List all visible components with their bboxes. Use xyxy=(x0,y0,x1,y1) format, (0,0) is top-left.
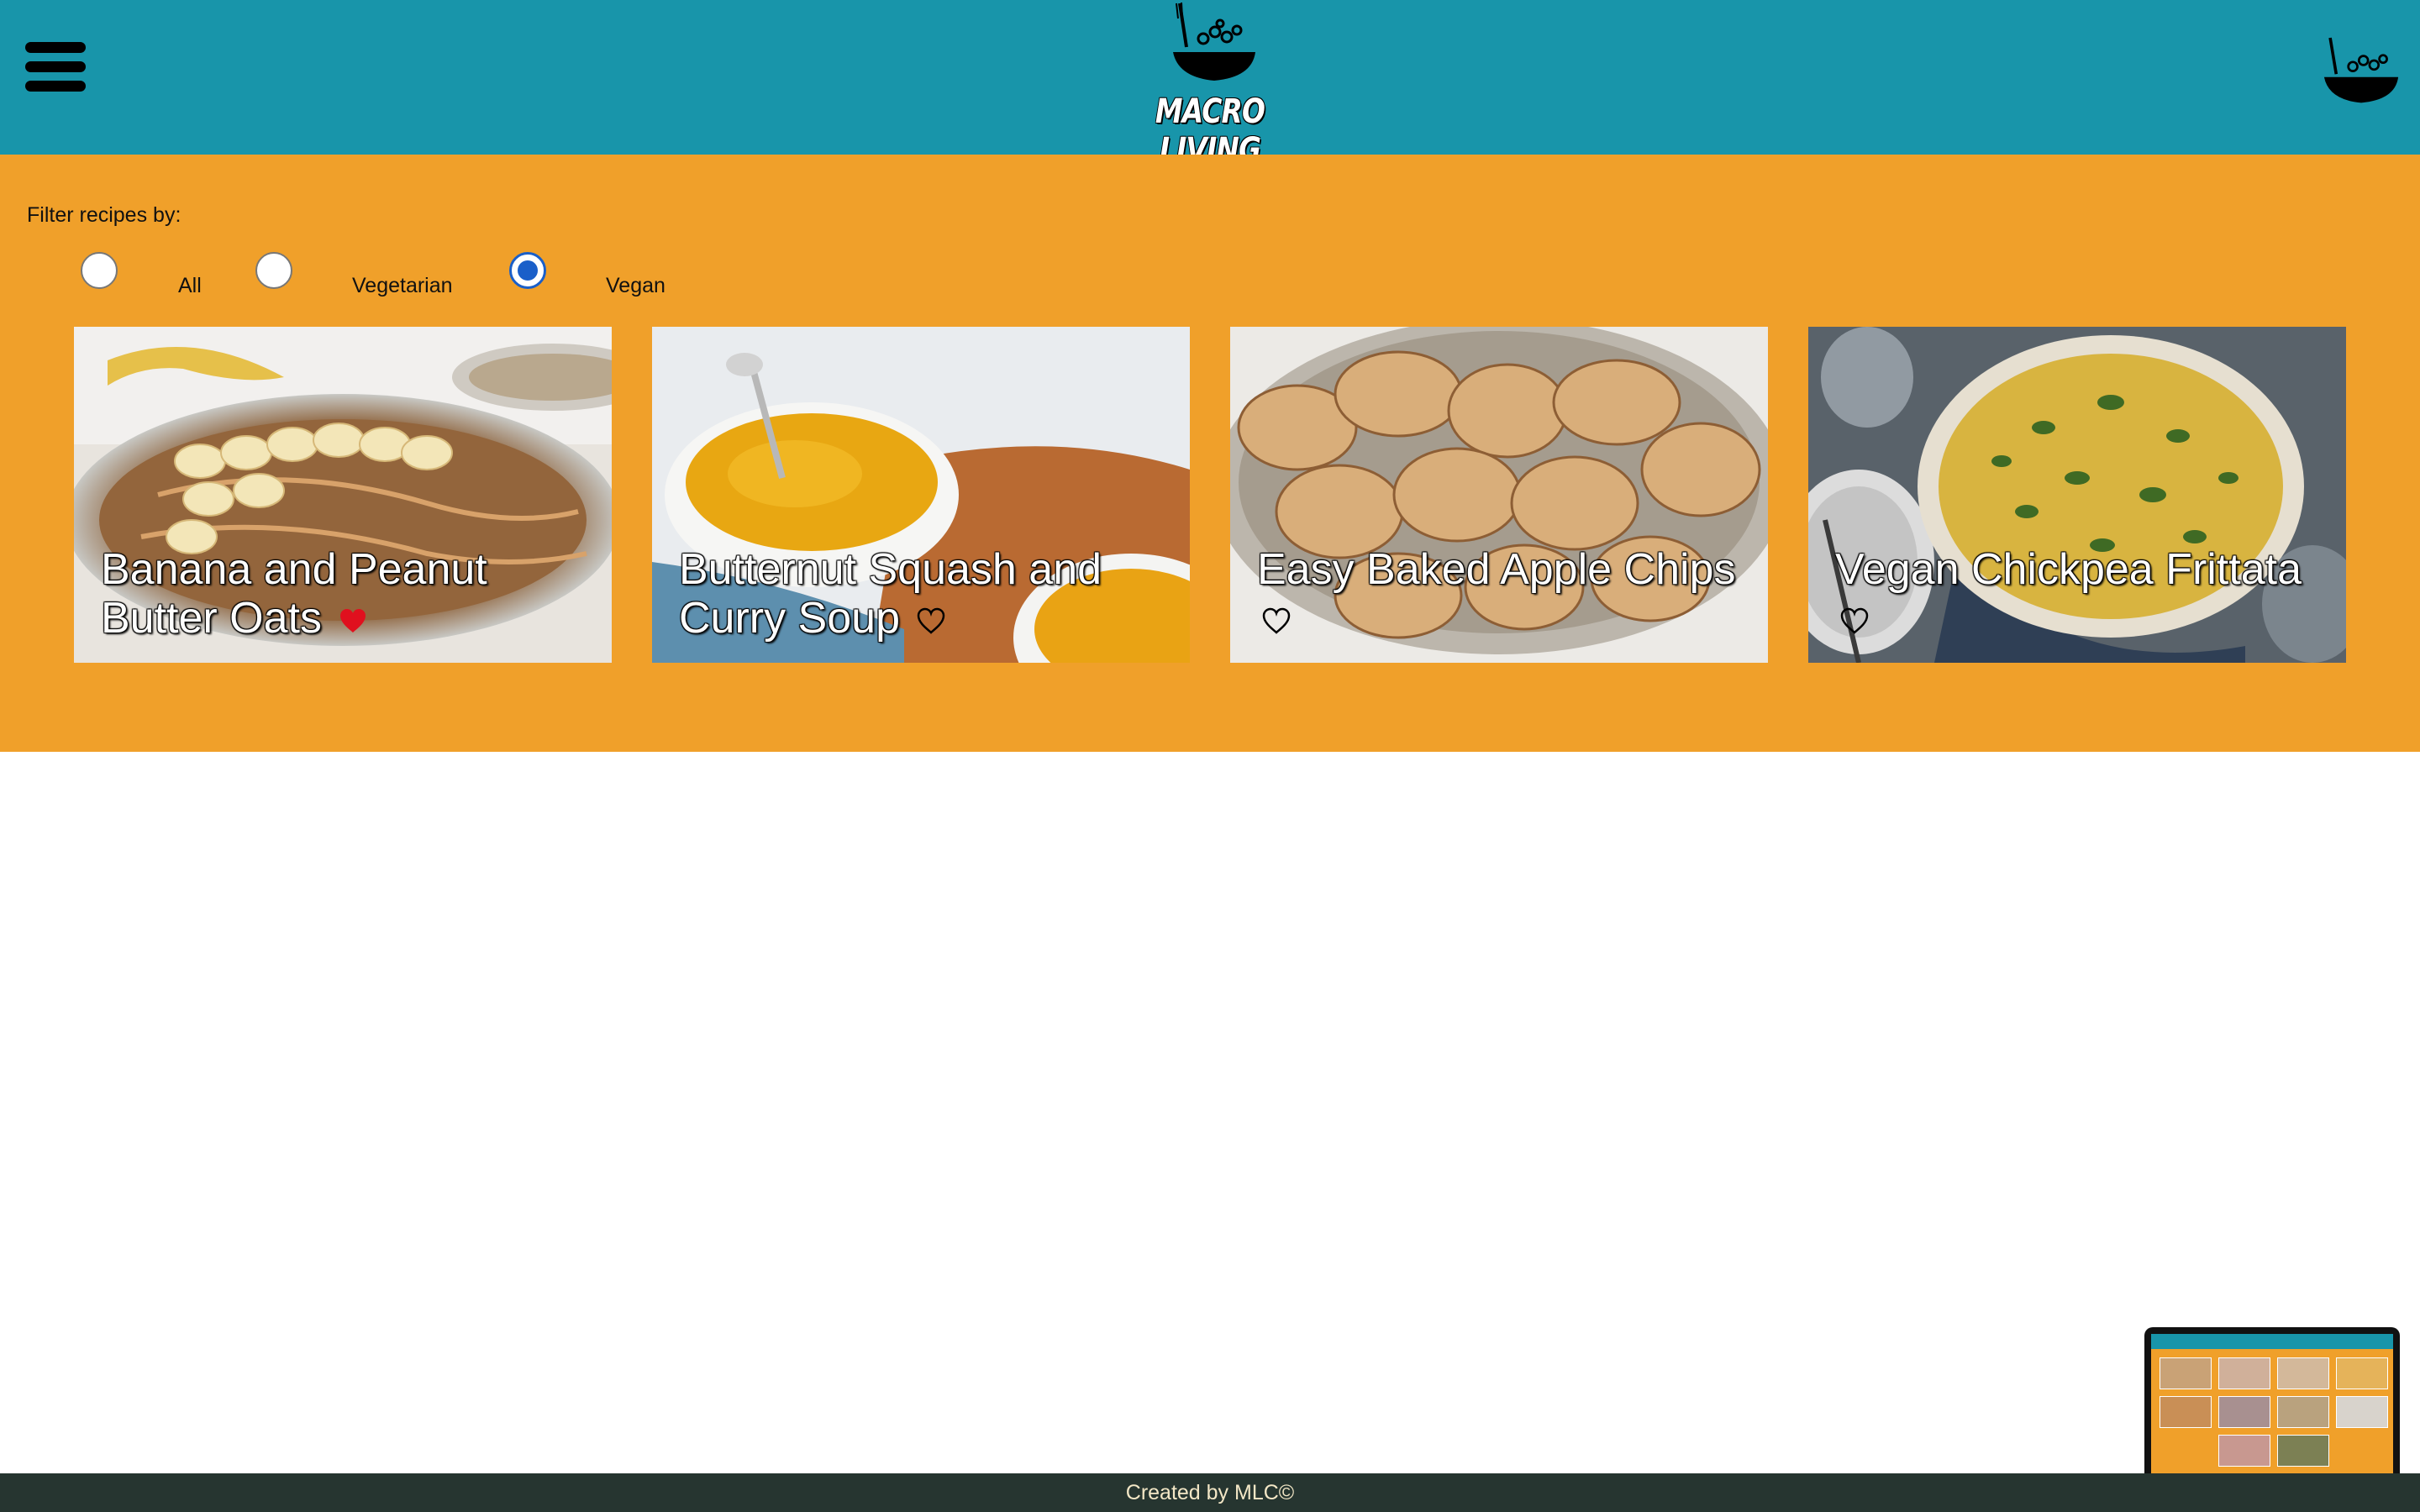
bowl-logo-icon xyxy=(1173,2,1255,81)
filter-radio-vegetarian[interactable] xyxy=(255,252,292,289)
heart-filled-icon[interactable] xyxy=(339,607,367,634)
heart-outline-icon[interactable] xyxy=(917,607,945,635)
heart-outline-icon[interactable] xyxy=(1262,607,1291,635)
preview-image xyxy=(2151,1334,2393,1485)
filter-radio-all-label[interactable]: All xyxy=(178,274,202,298)
window-preview-thumbnail[interactable] xyxy=(2144,1327,2400,1492)
recipe-title: Banana and Peanut Butter Oats xyxy=(101,545,487,643)
recipes-section: Filter recipes by: All Vegetarian Vegan xyxy=(0,155,2420,752)
site-header: MACRO LIVING xyxy=(0,0,2420,170)
filter-radio-vegan-label[interactable]: Vegan xyxy=(606,274,666,298)
filter-radio-group: All Vegetarian Vegan xyxy=(0,252,840,302)
recipe-card[interactable]: Butternut Squash and Curry Soup xyxy=(652,327,1190,663)
filter-label: Filter recipes by: xyxy=(27,203,182,227)
filter-radio-all[interactable] xyxy=(81,252,118,289)
recipe-title: Vegan Chickpea Frittata xyxy=(1835,545,2339,643)
site-footer: Created by MLC© xyxy=(0,1473,2420,1512)
bowl-logo-icon[interactable] xyxy=(2319,30,2403,106)
recipe-title: Easy Baked Apple Chips xyxy=(1257,545,1761,643)
heart-outline-icon[interactable] xyxy=(1840,607,1869,635)
recipe-card[interactable]: Banana and Peanut Butter Oats xyxy=(74,327,612,663)
site-logo[interactable]: MACRO LIVING xyxy=(1109,0,1311,170)
recipe-title: Butternut Squash and Curry Soup xyxy=(679,545,1102,643)
filter-radio-vegetarian-label[interactable]: Vegetarian xyxy=(352,274,453,298)
recipe-card[interactable]: Easy Baked Apple Chips xyxy=(1230,327,1768,663)
filter-radio-vegan[interactable] xyxy=(509,252,546,289)
recipe-card[interactable]: Vegan Chickpea Frittata xyxy=(1808,327,2346,663)
hamburger-menu-icon[interactable] xyxy=(25,42,86,92)
